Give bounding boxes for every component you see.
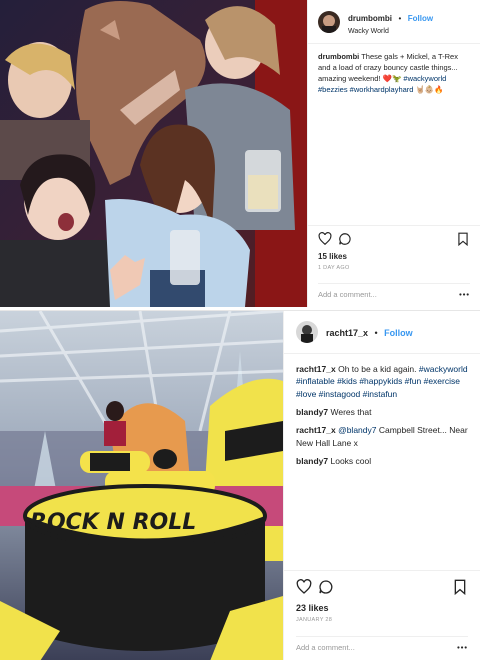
username-link[interactable]: drumbombi xyxy=(348,14,392,23)
add-comment-placeholder: Add a comment... xyxy=(296,643,355,652)
comment-item: blandy7 Looks cool xyxy=(296,455,468,467)
post-1-actions: 15 likes 1 DAY AGO Add a comment... ••• xyxy=(308,225,480,299)
post-date: JANUARY 28 xyxy=(296,617,333,623)
post-1-side-panel: drumbombi • Follow Wacky World drumbombi… xyxy=(307,0,480,307)
party-photo-image xyxy=(0,0,307,307)
comment-mention[interactable]: @blandy7 xyxy=(338,425,376,435)
comment-icon[interactable] xyxy=(318,579,334,595)
more-options-button[interactable]: ••• xyxy=(459,290,470,299)
comment-item: blandy7 Weres that xyxy=(296,406,468,418)
bouncy-castle-photo-image: ROCK N ROLL xyxy=(0,311,283,660)
add-comment-input[interactable]: Add a comment... ••• xyxy=(318,283,470,305)
comment-icon[interactable] xyxy=(338,232,352,246)
caption-username[interactable]: racht17_x xyxy=(296,364,336,374)
likes-count[interactable]: 15 likes xyxy=(318,252,470,261)
heart-icon[interactable] xyxy=(296,579,312,595)
comment-text: Weres that xyxy=(330,406,372,417)
save-icon[interactable] xyxy=(456,232,470,246)
post-2-actions: 23 likes JANUARY 28 Add a comment... ••• xyxy=(284,570,480,652)
rock-n-roll-banner: ROCK N ROLL xyxy=(30,510,196,535)
location-link[interactable]: Wacky World xyxy=(348,28,433,35)
likes-count[interactable]: 23 likes xyxy=(296,603,468,613)
post-2-side-panel: racht17_x • Follow racht17_x Oh to be a … xyxy=(283,311,480,660)
follow-button[interactable]: Follow xyxy=(408,14,433,23)
add-comment-input[interactable]: Add a comment... ••• xyxy=(296,636,468,658)
post-2-photo[interactable]: ROCK N ROLL xyxy=(0,311,283,660)
comment-username[interactable]: blandy7 xyxy=(296,407,328,417)
avatar[interactable] xyxy=(318,10,340,33)
follow-button[interactable]: Follow xyxy=(384,328,413,338)
post-1-photo[interactable] xyxy=(0,0,307,307)
caption-text: Oh to be a kid again. xyxy=(338,364,417,374)
post-date: 1 DAY AGO xyxy=(318,265,350,271)
post-2: ROCK N ROLL racht17_x • Follow racht17_x… xyxy=(0,310,480,660)
more-options-button[interactable]: ••• xyxy=(457,643,468,652)
caption-username[interactable]: drumbombi xyxy=(318,52,359,61)
username-link[interactable]: racht17_x xyxy=(326,328,368,338)
post-2-header: racht17_x • Follow xyxy=(284,311,480,354)
comment-username[interactable]: blandy7 xyxy=(296,456,328,466)
separator-dot: • xyxy=(374,328,378,338)
post-1-header: drumbombi • Follow Wacky World xyxy=(308,0,480,44)
heart-icon[interactable] xyxy=(318,232,332,246)
post-1-caption: drumbombi These gals + Mickel, a T-Rex a… xyxy=(308,44,480,104)
post-2-caption: racht17_x Oh to be a kid again. #wackywo… xyxy=(284,354,480,476)
caption-emoji: 🤘🏼👶🏼🔥 xyxy=(415,84,444,94)
avatar[interactable] xyxy=(296,321,318,343)
post-1: drumbombi • Follow Wacky World drumbombi… xyxy=(0,0,480,307)
comment-item: racht17_x @blandy7 Campbell Street... Ne… xyxy=(296,424,468,449)
comment-username[interactable]: racht17_x xyxy=(296,425,336,435)
save-icon[interactable] xyxy=(452,579,468,595)
add-comment-placeholder: Add a comment... xyxy=(318,290,377,299)
comment-text: Looks cool xyxy=(330,455,372,466)
separator-dot: • xyxy=(398,14,402,23)
